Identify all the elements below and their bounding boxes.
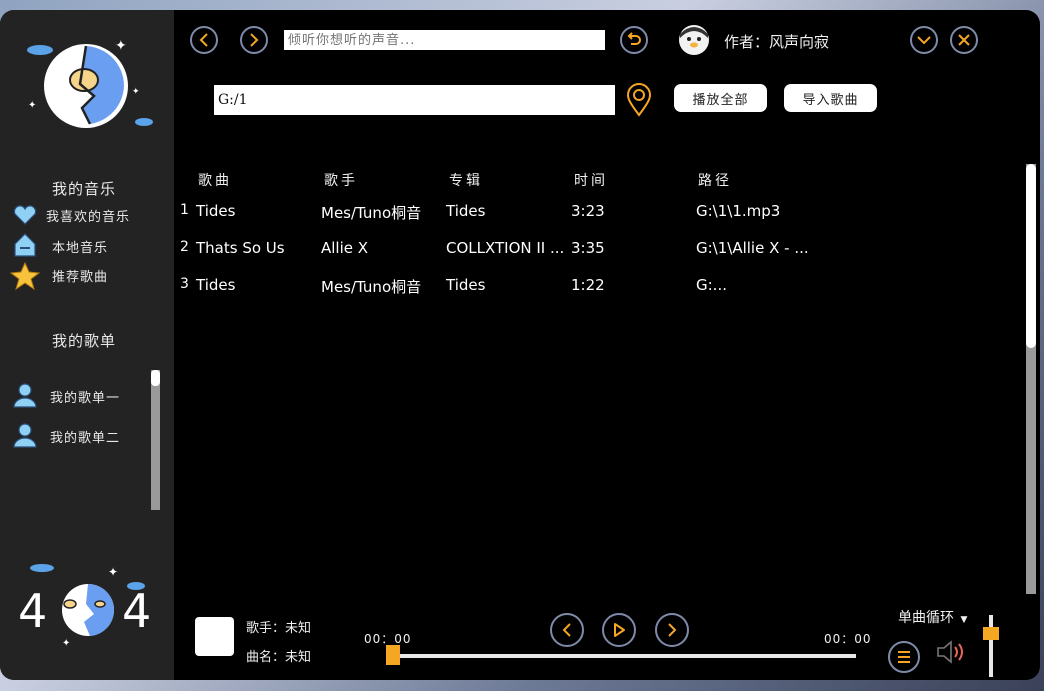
penguin-avatar-icon xyxy=(679,25,709,55)
moon-logo-icon: ✦ ✦ ✦ xyxy=(27,38,153,130)
location-pin-icon[interactable] xyxy=(626,83,652,117)
album-cover xyxy=(195,617,234,656)
column-header-time[interactable]: 时间 xyxy=(574,170,608,190)
undo-arrow-icon xyxy=(627,32,641,45)
column-header-path[interactable]: 路径 xyxy=(698,170,732,190)
row-artist: Mes/Tuno桐音 xyxy=(321,204,422,222)
minimize-button[interactable] xyxy=(910,26,938,54)
row-title: Thats So Us xyxy=(196,239,285,257)
volume-track[interactable] xyxy=(983,615,999,677)
row-album: Tides xyxy=(446,276,486,294)
playlists-title: 我的歌单 xyxy=(52,332,117,350)
svg-text:✦: ✦ xyxy=(132,87,140,97)
close-button[interactable] xyxy=(950,26,978,54)
sidebar-scrollbar[interactable] xyxy=(151,370,160,510)
refresh-button[interactable] xyxy=(620,26,648,54)
404-logo: ✦ ✦ 4 4 xyxy=(18,562,158,652)
row-artist: Mes/Tuno桐音 xyxy=(321,278,422,296)
row-time: 3:35 xyxy=(571,239,605,257)
forward-button[interactable] xyxy=(240,26,268,54)
user-icon xyxy=(13,423,37,448)
row-index: 3 xyxy=(180,276,189,292)
caret-down-icon: ▼ xyxy=(960,615,968,625)
table-scrollbar[interactable] xyxy=(1026,164,1036,594)
row-path: G:... xyxy=(696,276,727,294)
progress-handle[interactable] xyxy=(386,645,400,665)
row-title: Tides xyxy=(196,276,236,294)
sidebar-scrollbar-thumb[interactable] xyxy=(151,370,160,386)
progress-track[interactable] xyxy=(386,645,856,665)
svg-text:✦: ✦ xyxy=(28,100,36,111)
column-header-album[interactable]: 专辑 xyxy=(449,170,483,190)
my-music-title: 我的音乐 xyxy=(52,180,117,198)
column-header-artist[interactable]: 歌手 xyxy=(324,170,358,190)
404-digit-left: 4 xyxy=(18,584,48,638)
singer-label: 歌手：未知 xyxy=(246,621,312,636)
row-path: G:\1\1.mp3 xyxy=(696,202,781,220)
svg-text:✦: ✦ xyxy=(115,38,127,54)
folder-path-input[interactable] xyxy=(214,85,615,115)
chevron-right-icon xyxy=(668,623,677,637)
row-time: 3:23 xyxy=(571,202,605,220)
playlist-menu-button[interactable] xyxy=(888,641,920,673)
sidebar-item-label: 我的歌单二 xyxy=(50,431,121,446)
svg-text:✦: ✦ xyxy=(62,638,70,649)
row-title: Tides xyxy=(196,202,236,220)
table-scrollbar-thumb[interactable] xyxy=(1026,164,1036,348)
user-icon xyxy=(13,383,37,408)
back-button[interactable] xyxy=(190,26,218,54)
row-album: Tides xyxy=(446,202,486,220)
menu-icon xyxy=(898,651,910,663)
sidebar-item-label: 我的歌单一 xyxy=(50,391,121,406)
sidebar-item-playlist-2[interactable]: 我的歌单二 xyxy=(12,422,142,448)
next-button[interactable] xyxy=(655,613,689,647)
sidebar: ✦ ✦ ✦ 我的音乐 我喜欢的音乐 本地音乐 推荐歌曲 我的歌单 我的歌单一 我… xyxy=(0,10,174,680)
close-icon xyxy=(958,34,970,46)
play-button[interactable] xyxy=(602,613,636,647)
table-row[interactable]: 3 Tides Mes/Tuno桐音 Tides 1:22 G:... xyxy=(0,276,840,298)
row-artist: Allie X xyxy=(321,239,369,257)
play-all-button[interactable]: 播放全部 xyxy=(674,84,767,112)
row-index: 1 xyxy=(180,202,189,218)
table-row[interactable]: 2 Thats So Us Allie X COLLXTION II ... 3… xyxy=(0,239,840,261)
sidebar-item-playlist-1[interactable]: 我的歌单一 xyxy=(12,382,142,408)
song-name-label: 曲名：未知 xyxy=(246,650,312,665)
row-time: 1:22 xyxy=(571,276,605,294)
chevron-left-icon xyxy=(562,623,571,637)
loop-mode-dropdown[interactable]: 单曲循环 ▼ xyxy=(898,607,967,627)
chevron-right-icon xyxy=(250,33,259,47)
chevron-down-icon xyxy=(917,36,931,45)
table-row[interactable]: 1 Tides Mes/Tuno桐音 Tides 3:23 G:\1\1.mp3 xyxy=(0,202,840,224)
total-time: 00：00 xyxy=(824,632,872,646)
import-songs-button[interactable]: 导入歌曲 xyxy=(784,84,877,112)
404-digit-right: 4 xyxy=(122,584,152,638)
author-label: 作者：风声向寂 xyxy=(724,33,830,51)
chevron-left-icon xyxy=(199,33,208,47)
row-album: COLLXTION II ... xyxy=(446,239,565,257)
row-path: G:\1\Allie X - ... xyxy=(696,239,809,257)
volume-handle[interactable] xyxy=(983,627,999,641)
volume-icon[interactable] xyxy=(936,640,968,664)
music-player-window: ✦ ✦ ✦ 我的音乐 我喜欢的音乐 本地音乐 推荐歌曲 我的歌单 我的歌单一 我… xyxy=(0,10,1040,680)
search-input[interactable] xyxy=(284,30,605,50)
previous-button[interactable] xyxy=(550,613,584,647)
svg-text:✦: ✦ xyxy=(108,565,118,579)
column-header-song[interactable]: 歌曲 xyxy=(198,170,232,190)
loop-mode-label: 单曲循环 xyxy=(898,610,954,626)
row-index: 2 xyxy=(180,239,189,255)
play-icon xyxy=(614,623,625,637)
